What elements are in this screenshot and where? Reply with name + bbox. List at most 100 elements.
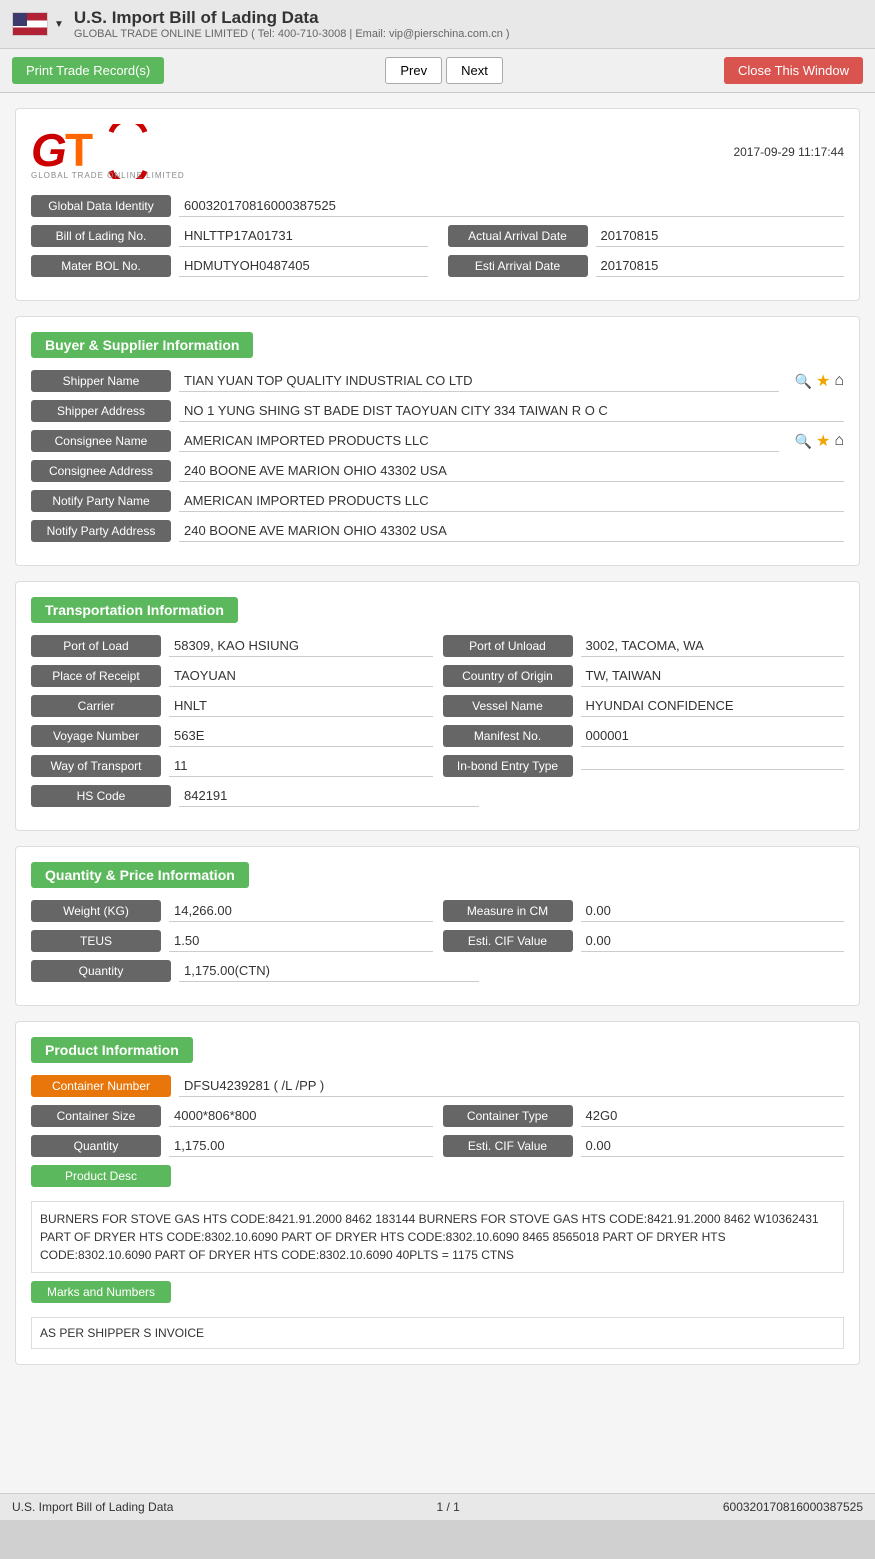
shipper-star-icon[interactable]: ★ xyxy=(816,371,830,391)
product-desc-label: Product Desc xyxy=(31,1165,171,1187)
buyer-supplier-title: Buyer & Supplier Information xyxy=(31,332,253,358)
weight-value: 14,266.00 xyxy=(169,900,433,922)
measure-col: Measure in CM 0.00 xyxy=(443,900,845,922)
product-esti-cif-label: Esti. CIF Value xyxy=(443,1135,573,1157)
vessel-name-value: HYUNDAI CONFIDENCE xyxy=(581,695,845,717)
product-card: Product Information Container Number DFS… xyxy=(15,1021,860,1365)
port-of-unload-label: Port of Unload xyxy=(443,635,573,657)
timestamp: 2017-09-29 11:17:44 xyxy=(733,145,844,159)
logo-row: G T GLOBAL TRADE ONLINE LIMITED 2017-09-… xyxy=(31,124,844,180)
container-type-col: Container Type 42G0 xyxy=(443,1105,845,1127)
place-of-receipt-label: Place of Receipt xyxy=(31,665,161,687)
shipper-name-row: Shipper Name TIAN YUAN TOP QUALITY INDUS… xyxy=(31,370,844,392)
inbond-entry-col: In-bond Entry Type xyxy=(443,755,845,777)
mater-bol-value: HDMUTYOH0487405 xyxy=(179,255,428,277)
teus-col: TEUS 1.50 xyxy=(31,930,433,952)
country-of-origin-col: Country of Origin TW, TAIWAN xyxy=(443,665,845,687)
carrier-value: HNLT xyxy=(169,695,433,717)
weight-measure-row: Weight (KG) 14,266.00 Measure in CM 0.00 xyxy=(31,900,844,922)
consignee-star-icon[interactable]: ★ xyxy=(816,431,830,451)
shipper-home-icon[interactable]: ⌂ xyxy=(834,372,844,390)
carrier-label: Carrier xyxy=(31,695,161,717)
mater-bol-row: Mater BOL No. HDMUTYOH0487405 Esti Arriv… xyxy=(31,255,844,277)
esti-cif-label: Esti. CIF Value xyxy=(443,930,573,952)
transportation-title: Transportation Information xyxy=(31,597,238,623)
voyage-number-value: 563E xyxy=(169,725,433,747)
buyer-supplier-header: Buyer & Supplier Information xyxy=(31,332,844,370)
hs-code-label: HS Code xyxy=(31,785,171,807)
product-header: Product Information xyxy=(31,1037,844,1075)
shipper-address-label: Shipper Address xyxy=(31,400,171,422)
logo-area: G T GLOBAL TRADE ONLINE LIMITED xyxy=(31,124,185,180)
port-of-unload-col: Port of Unload 3002, TACOMA, WA xyxy=(443,635,845,657)
quantity-value: 1,175.00(CTN) xyxy=(179,960,479,982)
svg-text:T: T xyxy=(65,124,93,176)
notify-party-name-label: Notify Party Name xyxy=(31,490,171,512)
notify-party-name-row: Notify Party Name AMERICAN IMPORTED PROD… xyxy=(31,490,844,512)
consignee-address-value: 240 BOONE AVE MARION OHIO 43302 USA xyxy=(179,460,844,482)
toolbar: Print Trade Record(s) Prev Next Close Th… xyxy=(0,49,875,93)
notify-party-name-value: AMERICAN IMPORTED PRODUCTS LLC xyxy=(179,490,844,512)
consignee-address-row: Consignee Address 240 BOONE AVE MARION O… xyxy=(31,460,844,482)
top-bar: ▼ U.S. Import Bill of Lading Data GLOBAL… xyxy=(0,0,875,49)
footer: U.S. Import Bill of Lading Data 1 / 1 60… xyxy=(0,1493,875,1520)
close-button[interactable]: Close This Window xyxy=(724,57,863,84)
container-size-label: Container Size xyxy=(31,1105,161,1127)
place-of-receipt-value: TAOYUAN xyxy=(169,665,433,687)
inbond-entry-value xyxy=(581,763,845,770)
place-of-receipt-col: Place of Receipt TAOYUAN xyxy=(31,665,433,687)
product-quantity-label: Quantity xyxy=(31,1135,161,1157)
way-of-transport-label: Way of Transport xyxy=(31,755,161,777)
measure-label: Measure in CM xyxy=(443,900,573,922)
weight-label: Weight (KG) xyxy=(31,900,161,922)
prev-button[interactable]: Prev xyxy=(385,57,442,84)
bill-of-lading-value: HNLTTP17A01731 xyxy=(179,225,428,247)
mater-bol-label: Mater BOL No. xyxy=(31,255,171,277)
country-of-origin-value: TW, TAIWAN xyxy=(581,665,845,687)
voyage-number-col: Voyage Number 563E xyxy=(31,725,433,747)
product-quantity-value: 1,175.00 xyxy=(169,1135,433,1157)
shipper-search-icon[interactable]: 🔍 xyxy=(795,373,812,390)
bill-of-lading-label: Bill of Lading No. xyxy=(31,225,171,247)
hs-code-row: HS Code 842191 xyxy=(31,785,844,807)
hs-code-value: 842191 xyxy=(179,785,479,807)
next-button[interactable]: Next xyxy=(446,57,503,84)
teus-cif-row: TEUS 1.50 Esti. CIF Value 0.00 xyxy=(31,930,844,952)
consignee-name-row: Consignee Name AMERICAN IMPORTED PRODUCT… xyxy=(31,430,844,452)
global-data-identity-row: Global Data Identity 6003201708160003875… xyxy=(31,195,844,217)
quantity-price-title: Quantity & Price Information xyxy=(31,862,249,888)
shipper-address-row: Shipper Address NO 1 YUNG SHING ST BADE … xyxy=(31,400,844,422)
voyage-manifest-row: Voyage Number 563E Manifest No. 000001 xyxy=(31,725,844,747)
vessel-name-col: Vessel Name HYUNDAI CONFIDENCE xyxy=(443,695,845,717)
global-data-identity-value: 600320170816000387525 xyxy=(179,195,844,217)
consignee-search-icon[interactable]: 🔍 xyxy=(795,433,812,450)
identity-card: G T GLOBAL TRADE ONLINE LIMITED 2017-09-… xyxy=(15,108,860,301)
dropdown-arrow[interactable]: ▼ xyxy=(54,19,64,30)
shipper-icons: 🔍 ★ ⌂ xyxy=(787,371,844,391)
global-data-identity-label: Global Data Identity xyxy=(31,195,171,217)
container-type-value: 42G0 xyxy=(581,1105,845,1127)
teus-value: 1.50 xyxy=(169,930,433,952)
actual-arrival-date-label: Actual Arrival Date xyxy=(448,225,588,247)
container-number-value: DFSU4239281 ( /L /PP ) xyxy=(179,1075,844,1097)
print-button[interactable]: Print Trade Record(s) xyxy=(12,57,164,84)
quantity-row: Quantity 1,175.00(CTN) xyxy=(31,960,844,982)
port-of-load-col: Port of Load 58309, KAO HSIUNG xyxy=(31,635,433,657)
product-quantity-col: Quantity 1,175.00 xyxy=(31,1135,433,1157)
marks-numbers-label: Marks and Numbers xyxy=(31,1281,171,1303)
container-size-type-row: Container Size 4000*806*800 Container Ty… xyxy=(31,1105,844,1127)
container-number-row: Container Number DFSU4239281 ( /L /PP ) xyxy=(31,1075,844,1097)
esti-arrival-date-value: 20170815 xyxy=(596,255,845,277)
footer-center: 1 / 1 xyxy=(436,1500,459,1514)
consignee-home-icon[interactable]: ⌂ xyxy=(834,432,844,450)
notify-party-address-label: Notify Party Address xyxy=(31,520,171,542)
carrier-col: Carrier HNLT xyxy=(31,695,433,717)
way-of-transport-col: Way of Transport 11 xyxy=(31,755,433,777)
consignee-icons: 🔍 ★ ⌂ xyxy=(787,431,844,451)
transportation-header: Transportation Information xyxy=(31,597,844,635)
manifest-no-col: Manifest No. 000001 xyxy=(443,725,845,747)
marks-numbers-value: AS PER SHIPPER S INVOICE xyxy=(31,1317,844,1349)
shipper-address-value: NO 1 YUNG SHING ST BADE DIST TAOYUAN CIT… xyxy=(179,400,844,422)
bol-row: Bill of Lading No. HNLTTP17A01731 Actual… xyxy=(31,225,844,247)
flag-icon xyxy=(12,12,48,36)
